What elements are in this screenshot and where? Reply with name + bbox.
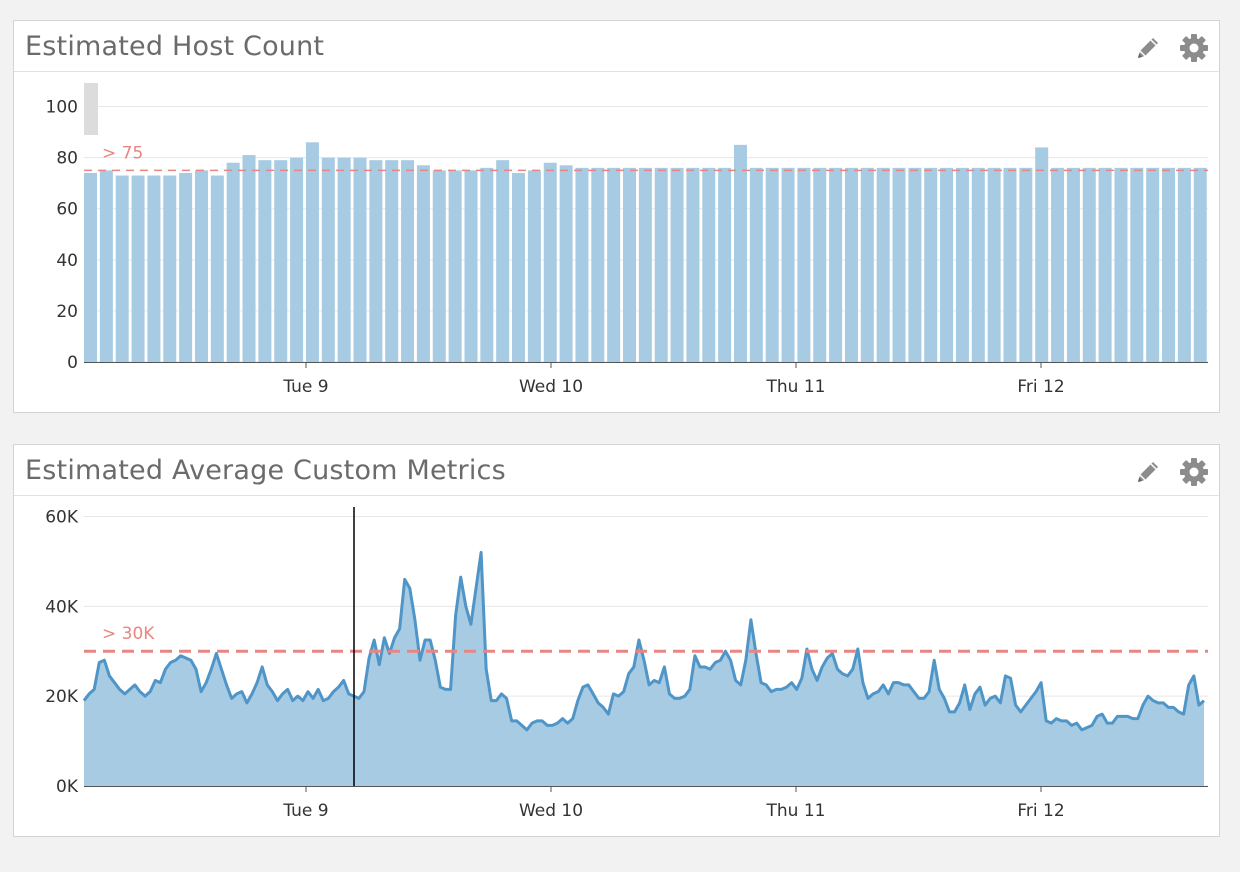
bar bbox=[1177, 167, 1191, 362]
bar bbox=[876, 167, 890, 362]
bar bbox=[163, 175, 177, 362]
bar bbox=[860, 167, 874, 362]
bar bbox=[940, 167, 954, 362]
bar bbox=[1051, 167, 1065, 362]
bar bbox=[543, 162, 557, 362]
y-tick-label: 20K bbox=[45, 687, 79, 707]
bar bbox=[1146, 167, 1160, 362]
bar bbox=[686, 167, 700, 362]
bar bbox=[242, 155, 256, 362]
bar bbox=[353, 157, 367, 362]
y-tick-label: 40K bbox=[45, 597, 79, 617]
bar bbox=[765, 167, 779, 362]
bar bbox=[638, 167, 652, 362]
bar bbox=[305, 142, 319, 362]
bar bbox=[1035, 147, 1049, 362]
bar bbox=[480, 167, 494, 362]
bar bbox=[131, 175, 145, 362]
bar bbox=[1003, 167, 1017, 362]
bar bbox=[416, 165, 430, 362]
bar bbox=[274, 160, 288, 362]
bar bbox=[924, 167, 938, 362]
bar bbox=[623, 167, 637, 362]
bar bbox=[607, 167, 621, 362]
bar bbox=[448, 170, 462, 362]
bar bbox=[908, 167, 922, 362]
y-tick-label: 100 bbox=[46, 98, 78, 118]
bar bbox=[464, 170, 478, 362]
bar bbox=[1114, 167, 1128, 362]
threshold-label: > 30K bbox=[102, 624, 155, 644]
bar bbox=[971, 167, 985, 362]
bar bbox=[955, 167, 969, 362]
bar bbox=[290, 157, 304, 362]
y-tick-label: 80 bbox=[56, 149, 78, 169]
bar bbox=[337, 157, 351, 362]
y-tick-label: 60 bbox=[56, 200, 78, 220]
bar bbox=[512, 172, 526, 362]
partial-period-marker bbox=[84, 83, 98, 135]
bar bbox=[733, 144, 747, 362]
bar bbox=[194, 170, 208, 362]
bar bbox=[179, 172, 193, 362]
series-area bbox=[84, 552, 1204, 786]
y-tick-label: 20 bbox=[56, 302, 78, 322]
host-count-chart: 0 20 40 60 80 100 Tue 9 Wed 10 Thu 11 Fri 12 > 75 bbox=[46, 83, 1208, 397]
x-tick-label: Tue 9 bbox=[282, 801, 328, 821]
bar bbox=[781, 167, 795, 362]
bar bbox=[797, 167, 811, 362]
bar bbox=[226, 162, 240, 362]
y-tick-label: 40 bbox=[56, 251, 78, 271]
bar bbox=[99, 170, 113, 362]
bar bbox=[575, 167, 589, 362]
x-tick-label: Wed 10 bbox=[519, 377, 583, 397]
bar bbox=[258, 160, 272, 362]
bar bbox=[749, 167, 763, 362]
y-tick-label: 60K bbox=[45, 507, 79, 527]
x-tick-label: Fri 12 bbox=[1017, 801, 1064, 821]
x-tick-label: Thu 11 bbox=[766, 377, 826, 397]
bar bbox=[702, 167, 716, 362]
y-tick-label: 0K bbox=[56, 777, 79, 797]
bar bbox=[1162, 167, 1176, 362]
bar bbox=[654, 167, 668, 362]
bar bbox=[1082, 167, 1096, 362]
custom-metrics-chart: 0K 20K 40K 60K Tue 9 Wed 10 Thu 11 Fri 12 > 30K bbox=[45, 507, 1208, 821]
bar bbox=[321, 157, 335, 362]
bar bbox=[527, 170, 541, 362]
bar bbox=[385, 160, 399, 362]
bar bbox=[1019, 167, 1033, 362]
bar bbox=[591, 167, 605, 362]
bar bbox=[401, 160, 415, 362]
bar bbox=[1098, 167, 1112, 362]
bar bbox=[813, 167, 827, 362]
bar bbox=[559, 165, 573, 362]
bar bbox=[115, 175, 129, 362]
x-tick-label: Tue 9 bbox=[282, 377, 328, 397]
bar bbox=[496, 160, 510, 362]
x-tick-label: Fri 12 bbox=[1017, 377, 1064, 397]
bar bbox=[892, 167, 906, 362]
bar bbox=[670, 167, 684, 362]
bar bbox=[844, 167, 858, 362]
x-tick-label: Wed 10 bbox=[519, 801, 583, 821]
x-tick-label: Thu 11 bbox=[766, 801, 826, 821]
bar bbox=[987, 167, 1001, 362]
bar bbox=[1193, 167, 1207, 362]
bar bbox=[1066, 167, 1080, 362]
bar bbox=[1130, 167, 1144, 362]
bar bbox=[210, 175, 224, 362]
bar bbox=[84, 172, 97, 362]
bar bbox=[432, 170, 446, 362]
bar bbox=[369, 160, 383, 362]
bar bbox=[718, 167, 732, 362]
host-count-widget: Estimated Host Count 0 20 40 60 80 100 T… bbox=[13, 20, 1220, 413]
bar bbox=[829, 167, 843, 362]
threshold-label: > 75 bbox=[102, 143, 143, 163]
custom-metrics-widget: Estimated Average Custom Metrics 0K 20K … bbox=[13, 444, 1220, 837]
bar bbox=[147, 175, 161, 362]
y-tick-label: 0 bbox=[67, 353, 78, 373]
